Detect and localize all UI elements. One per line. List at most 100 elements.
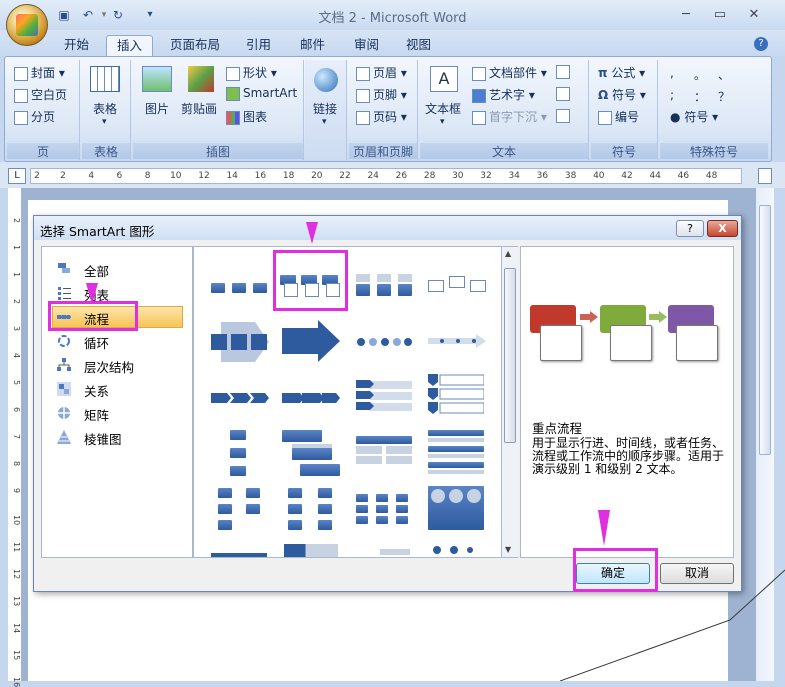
equation-button[interactable]: π 公式 ▾ xyxy=(598,64,645,81)
category-matrix[interactable]: 矩阵 xyxy=(52,403,183,423)
tab-page-layout[interactable]: 页面布局 xyxy=(168,35,222,56)
layout-staggered-process[interactable] xyxy=(282,430,340,476)
hierarchy-icon xyxy=(57,358,71,371)
category-list-item[interactable]: 列表 xyxy=(52,283,183,303)
special-char-6[interactable]: ？ xyxy=(718,88,730,105)
shapes-button[interactable]: 形状 ▾ xyxy=(226,64,277,81)
textbox-dropdown-icon[interactable]: ▾ xyxy=(440,117,445,127)
layout-repeating-bending[interactable] xyxy=(288,488,334,530)
special-char-1[interactable]: , xyxy=(670,66,674,80)
layout-row6-c[interactable] xyxy=(380,549,410,555)
scroll-down-icon[interactable]: ▼ xyxy=(505,545,511,554)
tab-view[interactable]: 视图 xyxy=(404,35,433,56)
symbol-button[interactable]: Ω 符号 ▾ xyxy=(598,86,646,103)
date-time-icon[interactable] xyxy=(556,87,570,101)
page-number-button[interactable]: 页码 ▾ xyxy=(356,108,407,125)
layout-basic-process[interactable] xyxy=(211,283,267,293)
layout-circle-accent[interactable] xyxy=(428,486,484,530)
links-icon[interactable] xyxy=(314,68,338,92)
tab-insert[interactable]: 插入 xyxy=(106,35,154,56)
layout-vertical-chevron[interactable] xyxy=(356,380,412,412)
close-window-button[interactable]: ✕ xyxy=(740,6,768,24)
layout-segmented-process[interactable] xyxy=(356,436,412,466)
ruler-number: 30 xyxy=(452,171,464,181)
table-dropdown-icon[interactable]: ▾ xyxy=(102,117,107,127)
dialog-help-button[interactable]: ? xyxy=(676,220,704,237)
dialog-close-button[interactable]: X xyxy=(707,220,738,237)
category-cycle[interactable]: 循环 xyxy=(52,331,183,351)
header-button[interactable]: 页眉 ▾ xyxy=(356,64,407,81)
layout-circle-process[interactable] xyxy=(356,336,412,346)
numbering-button[interactable]: 编号 xyxy=(598,108,639,125)
special-char-2[interactable]: 。 xyxy=(694,66,706,83)
minimize-button[interactable]: ─ xyxy=(672,6,700,24)
tab-selector-icon[interactable]: L xyxy=(8,168,26,184)
picture-button[interactable]: 图片 xyxy=(145,100,169,117)
layout-snake-process[interactable] xyxy=(218,488,262,530)
layout-row6-a[interactable] xyxy=(211,553,267,557)
special-char-3[interactable]: 、 xyxy=(718,66,730,83)
layout-big-arrow[interactable] xyxy=(282,320,340,362)
layout-vertical-arrow-list[interactable] xyxy=(428,374,485,416)
layout-continuous-block[interactable] xyxy=(428,272,486,296)
tab-mailings[interactable]: 邮件 xyxy=(298,35,327,56)
textbox-icon[interactable]: A xyxy=(430,66,458,92)
clipart-button[interactable]: 剪贴画 xyxy=(181,100,217,117)
clipart-icon[interactable] xyxy=(188,66,214,92)
view-ruler-icon[interactable] xyxy=(758,168,772,184)
links-button[interactable]: 链接 xyxy=(313,100,337,117)
layout-row6-d[interactable] xyxy=(432,544,482,554)
numbering-icon xyxy=(598,110,612,125)
category-all[interactable]: 全部 xyxy=(52,259,183,279)
object-icon[interactable] xyxy=(556,109,570,123)
tab-home[interactable]: 开始 xyxy=(62,35,91,56)
tab-references[interactable]: 引用 xyxy=(244,35,273,56)
footer-button[interactable]: 页脚 ▾ xyxy=(356,86,407,103)
signature-icon[interactable] xyxy=(556,65,570,79)
special-char-4[interactable]: ; xyxy=(670,88,674,102)
page-break-button[interactable]: 分页 xyxy=(14,108,55,125)
cover-page-button[interactable]: 封面 ▾ xyxy=(14,64,65,81)
layout-vertical-process[interactable] xyxy=(228,430,248,476)
help-icon[interactable]: ? xyxy=(754,37,768,51)
tab-review[interactable]: 审阅 xyxy=(352,35,381,56)
links-dropdown-icon[interactable]: ▾ xyxy=(322,117,327,127)
office-button[interactable] xyxy=(6,4,48,46)
chart-button[interactable]: 图表 xyxy=(226,108,267,125)
special-char-5[interactable]: ： xyxy=(694,88,706,105)
picture-icon[interactable] xyxy=(142,66,172,92)
layout-arrow-chevron[interactable] xyxy=(282,392,340,403)
category-relationship[interactable]: 关系 xyxy=(52,379,183,399)
horizontal-ruler[interactable] xyxy=(30,168,742,184)
layout-arrow-process[interactable] xyxy=(211,322,269,362)
special-symbol-button[interactable]: ● 符号 ▾ xyxy=(670,108,718,125)
table-button[interactable]: 表格 xyxy=(93,100,117,117)
layout-detailed-process[interactable] xyxy=(356,494,412,524)
ruler-number: 8 xyxy=(144,171,151,181)
document-scroll-thumb[interactable] xyxy=(759,205,771,455)
drop-cap-button[interactable]: 首字下沉 ▾ xyxy=(472,108,547,125)
layout-chevron-process[interactable] xyxy=(211,392,269,403)
quick-parts-button[interactable]: 文档部件 ▾ xyxy=(472,64,547,81)
category-pyramid[interactable]: 棱锥图 xyxy=(52,427,183,447)
maximize-button[interactable]: ▭ xyxy=(706,6,734,24)
blank-page-button[interactable]: 空白页 xyxy=(14,86,67,103)
wordart-button[interactable]: 艺术字 ▾ xyxy=(472,86,535,103)
vertical-ruler-number: 5 xyxy=(12,380,21,386)
layout-row6-b[interactable] xyxy=(284,544,338,557)
scroll-up-icon[interactable]: ▲ xyxy=(505,249,511,258)
vertical-ruler-number: 14 xyxy=(12,623,21,634)
smartart-button[interactable]: SmartArt xyxy=(226,86,297,101)
textbox-button[interactable]: 文本框 xyxy=(425,100,461,117)
layout-alternating-flow[interactable] xyxy=(356,274,412,298)
table-icon[interactable] xyxy=(90,66,120,92)
gallery-scroll-thumb[interactable] xyxy=(504,268,516,443)
ruler-number: 48 xyxy=(705,171,718,181)
ruler-number: 24 xyxy=(367,171,379,181)
ruler-number: 2 xyxy=(60,171,66,181)
category-hierarchy[interactable]: 层次结构 xyxy=(52,355,183,375)
layout-process-list[interactable] xyxy=(428,430,484,476)
vertical-ruler-number: 8 xyxy=(12,461,21,467)
cancel-button[interactable]: 取消 xyxy=(660,563,734,584)
layout-timeline[interactable] xyxy=(428,334,486,348)
